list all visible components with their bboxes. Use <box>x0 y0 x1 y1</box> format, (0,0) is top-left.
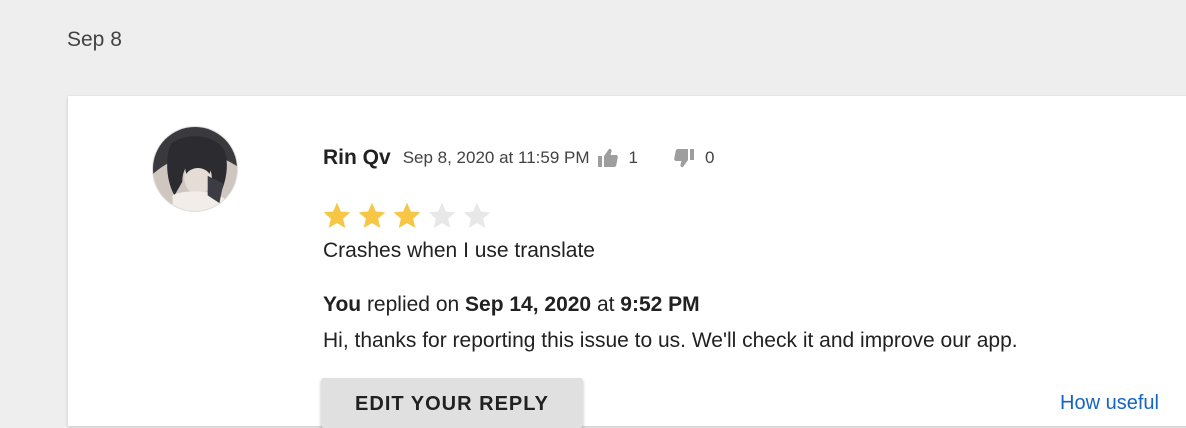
date-header: Sep 8 <box>67 28 122 51</box>
thumbs-up-icon <box>597 148 618 167</box>
thumbs-down-icon <box>674 149 694 168</box>
star-rating <box>321 200 493 232</box>
reply-author: You <box>323 293 362 316</box>
star-icon <box>428 202 456 228</box>
avatar-image <box>153 127 237 211</box>
dislike-button[interactable] <box>672 146 696 170</box>
dislike-count: 0 <box>704 148 715 167</box>
star-icon <box>358 202 386 228</box>
star-icon <box>463 202 491 228</box>
star-icon <box>393 202 421 228</box>
reply-header: You replied on Sep 14, 2020 at 9:52 PM <box>323 293 700 317</box>
like-count: 1 <box>628 148 638 167</box>
review-date: Sep 8, 2020 at 11:59 PM <box>402 148 590 167</box>
star-icon <box>323 202 351 228</box>
review-author: Rin Qv <box>323 146 391 169</box>
avatar <box>152 126 238 212</box>
reply-text: Hi, thanks for reporting this issue to u… <box>323 329 1018 352</box>
like-button[interactable] <box>596 146 620 170</box>
review-header: Rin Qv Sep 8, 2020 at 11:59 PM 1 0 <box>323 146 714 170</box>
reply-time: 9:52 PM <box>620 293 700 316</box>
review-text: Crashes when I use translate <box>323 239 595 262</box>
edit-reply-button[interactable]: EDIT YOUR REPLY <box>321 378 583 428</box>
review-card: Rin Qv Sep 8, 2020 at 11:59 PM 1 0 Crash… <box>68 96 1186 428</box>
reply-at: at <box>591 293 621 316</box>
reply-date: Sep 14, 2020 <box>465 293 592 316</box>
reply-replied-on: replied on <box>361 293 466 316</box>
